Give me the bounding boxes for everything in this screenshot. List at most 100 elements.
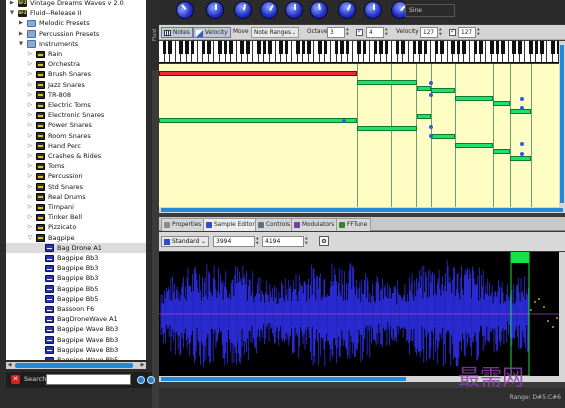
note-range-bar[interactable]	[159, 118, 357, 123]
waveform-vertical-scrollbar[interactable]	[559, 252, 565, 376]
collapsed-arrow-icon[interactable]: ▷	[26, 141, 34, 151]
range-handle[interactable]	[520, 142, 524, 146]
scroll-left-icon[interactable]: ◀	[6, 362, 13, 369]
waveform-hscroll-thumb[interactable]	[161, 377, 406, 381]
synth-knob[interactable]	[335, 0, 359, 22]
black-key[interactable]	[395, 41, 400, 54]
collapsed-arrow-icon[interactable]: ▷	[26, 131, 34, 141]
black-key[interactable]	[517, 41, 522, 54]
collapsed-arrow-icon[interactable]: ▷	[26, 222, 34, 232]
black-key[interactable]	[473, 41, 478, 54]
range-handle[interactable]	[342, 119, 346, 123]
black-key[interactable]	[490, 41, 494, 54]
black-key[interactable]	[179, 41, 183, 54]
synth-knob[interactable]	[256, 0, 282, 23]
tree-item[interactable]: Bagpipe Wave Bb3	[6, 324, 146, 334]
roll-vertical-scrollbar[interactable]	[559, 41, 565, 207]
tree-item[interactable]: ▷ Real Drums	[6, 192, 146, 202]
note-range-bar[interactable]	[455, 96, 493, 101]
tab-controls[interactable]: Controls	[255, 218, 294, 231]
tree-item[interactable]: ▷ Brush Snares	[6, 69, 146, 79]
piano-keyboard[interactable]	[159, 41, 559, 63]
black-key[interactable]	[357, 41, 361, 54]
synth-knob[interactable]	[172, 0, 198, 23]
tree-item[interactable]: ▷ TR-808	[6, 90, 146, 100]
collapsed-arrow-icon[interactable]: ▷	[26, 182, 34, 192]
tab-properties[interactable]: Properties	[161, 218, 206, 231]
black-key[interactable]	[168, 41, 172, 54]
note-range-bar[interactable]	[357, 80, 417, 85]
tree-item[interactable]: ▷ Power Snares	[6, 120, 146, 130]
loop-start-spin-icon[interactable]: ▲ ▼	[256, 236, 261, 247]
tree-item[interactable]: Bagpipe Bb3	[6, 273, 146, 283]
black-key[interactable]	[207, 41, 211, 54]
tree-item[interactable]: Bassoon F6	[6, 304, 146, 314]
black-key[interactable]	[462, 41, 467, 54]
octave-checkbox[interactable]	[356, 27, 363, 36]
note-range-bar[interactable]	[493, 149, 510, 154]
note-range-bar[interactable]	[455, 143, 493, 148]
black-key[interactable]	[334, 41, 339, 54]
black-key[interactable]	[529, 41, 533, 54]
note-range-bar[interactable]	[417, 86, 431, 91]
expanded-arrow-icon[interactable]: ▼	[8, 8, 16, 18]
tree-item[interactable]: ▽ Bagpipe	[6, 233, 146, 243]
black-key[interactable]	[373, 41, 378, 54]
tree-item[interactable]: ▷ Jazz Snares	[6, 80, 146, 90]
black-key[interactable]	[412, 41, 417, 54]
black-key[interactable]	[318, 41, 322, 54]
black-key[interactable]	[418, 41, 422, 54]
velocity-2-spin-icon[interactable]: ▲ ▼	[477, 27, 482, 38]
note-range-bar[interactable]	[159, 71, 357, 76]
synth-knob[interactable]	[232, 0, 254, 21]
tree-item[interactable]: Bagpipe Bb3	[6, 263, 146, 273]
note-ranges-combo[interactable]: Note Ranges ⌄	[251, 27, 299, 38]
tree-item[interactable]: Bagpipe Wave Bb5	[6, 355, 146, 360]
tree-item[interactable]: Bagpipe Bb3	[6, 253, 146, 263]
black-key[interactable]	[423, 41, 428, 54]
view-mode-combo[interactable]: Standard ⌄	[161, 236, 209, 247]
tree-horizontal-scrollbar[interactable]: ◀ ▶	[6, 362, 146, 369]
octave-count-spin-icon[interactable]: ▲ ▼	[385, 27, 390, 38]
tab-modulators[interactable]: Modulators	[291, 218, 339, 231]
tree-item[interactable]: Bagpipe Wave Bb3	[6, 335, 146, 345]
velocity-field[interactable]: 127	[420, 27, 438, 38]
black-key[interactable]	[262, 41, 267, 54]
range-handle[interactable]	[429, 134, 433, 138]
tree-item[interactable]: ▼ Instruments	[6, 39, 146, 49]
black-key[interactable]	[184, 41, 189, 54]
collapsed-arrow-icon[interactable]: ▷	[26, 202, 34, 212]
collapsed-arrow-icon[interactable]: ▷	[26, 90, 34, 100]
black-key[interactable]	[495, 41, 500, 54]
range-handle[interactable]	[429, 81, 433, 85]
velocity-spin-icon[interactable]: ▲ ▼	[439, 27, 444, 38]
collapsed-arrow-icon[interactable]: ▷	[26, 192, 34, 202]
loop-end-spin-icon[interactable]: ▲ ▼	[305, 236, 310, 247]
range-handle[interactable]	[429, 125, 433, 129]
collapsed-arrow-icon[interactable]: ▷	[26, 171, 34, 181]
black-key[interactable]	[201, 41, 206, 54]
collapsed-arrow-icon[interactable]: ▷	[26, 151, 34, 161]
expanded-arrow-icon[interactable]: ▼	[17, 39, 25, 49]
velocity-button[interactable]: Velocity	[193, 27, 231, 38]
black-key[interactable]	[162, 41, 167, 54]
black-key[interactable]	[279, 41, 283, 54]
note-range-bar[interactable]	[417, 114, 431, 119]
search-previous-icon[interactable]	[137, 376, 145, 384]
black-key[interactable]	[218, 41, 222, 54]
loop-start-field[interactable]: 3994	[213, 236, 255, 247]
note-range-roll[interactable]	[159, 64, 559, 210]
tree-item[interactable]: ▷ Crashes & Rides	[6, 151, 146, 161]
note-range-bar[interactable]	[493, 101, 510, 106]
collapsed-arrow-icon[interactable]: ▷	[26, 100, 34, 110]
tree-item[interactable]: ▶ SF2 Vintage Dreams Waves v 2.0	[6, 0, 146, 8]
tab-fftune[interactable]: FFTune	[336, 218, 372, 231]
collapsed-arrow-icon[interactable]: ▶	[8, 0, 16, 8]
note-range-bar[interactable]	[357, 126, 417, 131]
black-key[interactable]	[512, 41, 516, 54]
black-key[interactable]	[323, 41, 328, 54]
black-key[interactable]	[307, 41, 311, 54]
tree-item[interactable]: ▷ Electronic Snares	[6, 110, 146, 120]
tree-scroll-thumb[interactable]	[15, 363, 133, 368]
roll-hscroll-thumb[interactable]	[161, 208, 563, 212]
